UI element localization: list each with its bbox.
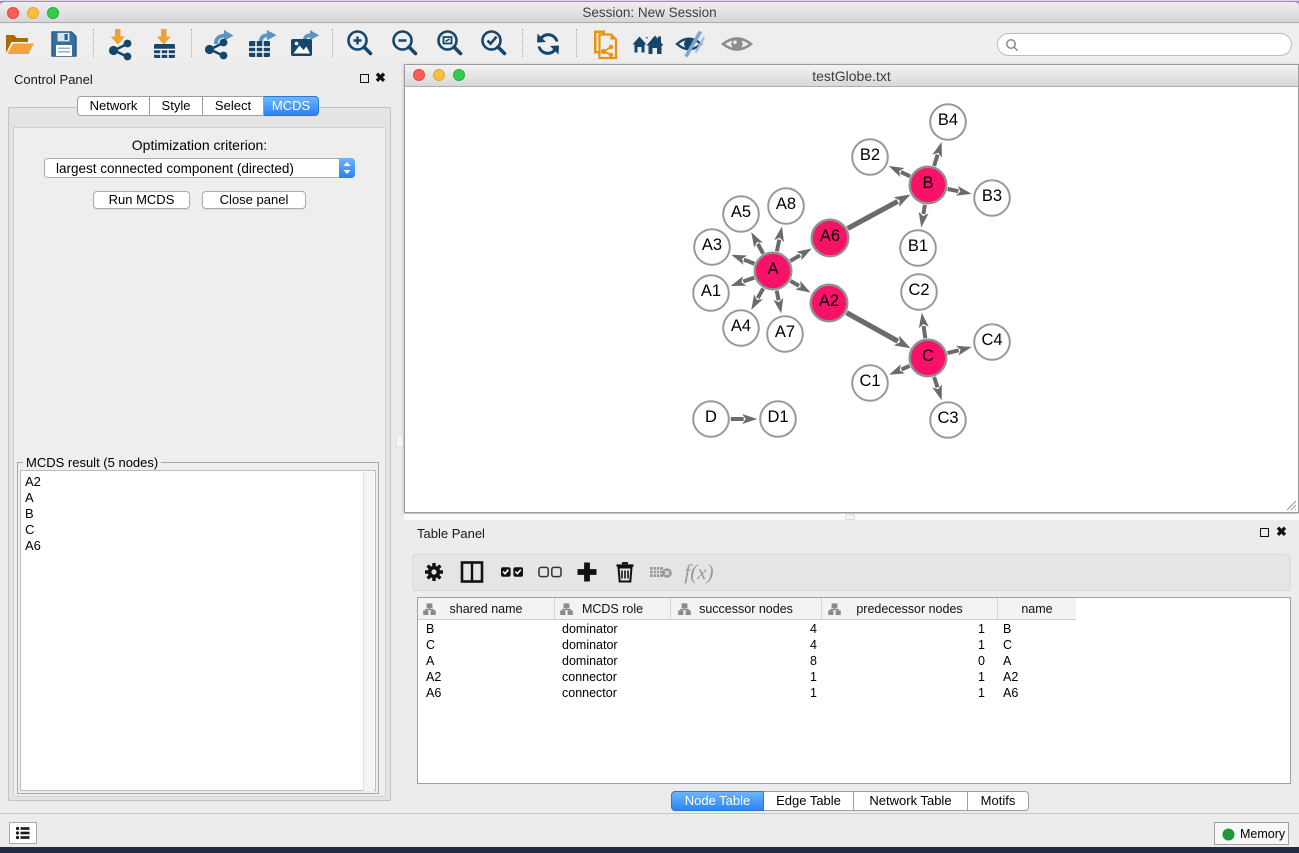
svg-text:C3: C3	[937, 409, 958, 427]
svg-text:A6: A6	[820, 227, 840, 245]
svg-text:A: A	[767, 260, 778, 278]
svg-text:C4: C4	[981, 331, 1002, 349]
svg-text:D: D	[705, 408, 717, 426]
svg-text:B3: B3	[982, 187, 1002, 205]
svg-text:C1: C1	[859, 372, 880, 390]
svg-text:A8: A8	[776, 195, 796, 213]
svg-text:B1: B1	[908, 237, 928, 255]
svg-text:B2: B2	[860, 146, 880, 164]
svg-text:C2: C2	[908, 281, 929, 299]
svg-text:A4: A4	[731, 317, 751, 335]
svg-text:C: C	[922, 347, 934, 365]
svg-text:A1: A1	[701, 282, 721, 300]
svg-text:B4: B4	[938, 111, 958, 129]
svg-text:A5: A5	[731, 203, 751, 221]
svg-text:A2: A2	[819, 292, 839, 310]
svg-text:D1: D1	[767, 408, 788, 426]
svg-text:f(x): f(x)	[684, 560, 713, 584]
svg-text:A7: A7	[775, 323, 795, 341]
svg-text:A3: A3	[702, 236, 722, 254]
svg-text:B: B	[922, 174, 933, 192]
